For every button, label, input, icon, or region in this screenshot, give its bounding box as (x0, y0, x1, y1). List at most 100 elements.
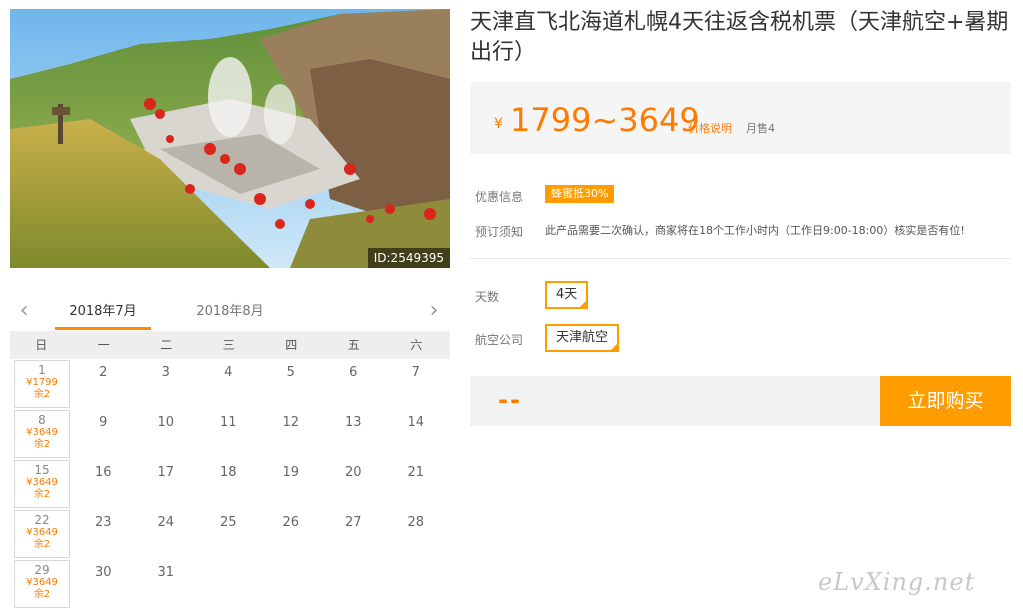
promo-label: 优惠信息 (475, 190, 524, 204)
calendar-day: 4 (197, 359, 260, 409)
calendar-week-row: 29 ¥3649 余2 30 31 (10, 559, 450, 609)
calendar-day: 26 (260, 509, 323, 559)
day-number: 15 (34, 463, 50, 477)
day-number: 28 (407, 515, 425, 530)
calendar-day: 2 (72, 359, 135, 409)
weekday-header: 三 (222, 338, 235, 352)
calendar-body: 1 ¥1799 余2 2 3 4 5 6 7 8 ¥3649 余2 9 10 11 12 13 14 15 ¥3649… (10, 359, 450, 609)
photo-id-label: ID:2549395 (367, 248, 450, 268)
airline-option-value: 天津航空 (556, 330, 609, 345)
calendar-day: 17 (135, 459, 198, 509)
calendar-day: 23 (72, 509, 135, 559)
booking-notice-text: 此产品需要二次确认，商家将在18个工作小时内（工作日9:00-18:00）核实是… (545, 224, 965, 237)
airline-label: 航空公司 (475, 333, 524, 347)
currency-symbol: ¥ (494, 116, 503, 132)
day-number: 26 (282, 515, 300, 530)
calendar-day: 5 (260, 359, 323, 409)
calendar-day: 13 (322, 409, 385, 459)
calendar-nav: ‹ 2018年7月 2018年8月 › (10, 296, 450, 330)
calendar-day-available[interactable]: 29 ¥3649 余2 (14, 560, 70, 608)
price-explain-link[interactable]: 价格说明 (688, 120, 732, 136)
price-range: 1799~3649 (510, 101, 700, 139)
day-price: ¥3649 (26, 427, 58, 438)
day-remaining: 余2 (33, 439, 51, 450)
calendar-day: 20 (322, 459, 385, 509)
calendar-day: 16 (72, 459, 135, 509)
weekday-header: 二 (160, 338, 173, 352)
day-price: ¥3649 (26, 527, 58, 538)
day-number: 9 (99, 415, 108, 430)
calendar-day-available[interactable]: 8 ¥3649 余2 (14, 410, 70, 458)
day-number: 1 (38, 363, 46, 377)
calendar-day: 11 (197, 409, 260, 459)
day-number: 14 (407, 415, 425, 430)
weekday-header: 五 (347, 338, 360, 352)
price-box: ¥ 1799~3649 价格说明 月售4 (470, 82, 1011, 154)
calendar-day: 9 (72, 409, 135, 459)
day-price: ¥3649 (26, 577, 58, 588)
airline-option[interactable]: 天津航空 ✓ (545, 324, 620, 352)
day-number: 31 (157, 565, 175, 580)
day-number: 2 (99, 365, 108, 380)
landscape-illustration (10, 9, 450, 268)
calendar-week-row: 1 ¥1799 余2 2 3 4 5 6 7 (10, 359, 450, 409)
prev-month-arrow-icon[interactable]: ‹ (14, 300, 34, 322)
days-label: 天数 (475, 290, 500, 304)
weekday-header: 四 (285, 338, 298, 352)
days-option-value: 4天 (556, 287, 578, 302)
calendar-weekday-header: 日一二三四五六 (10, 331, 450, 359)
weekday-header: 日 (35, 338, 48, 352)
day-remaining: 余2 (33, 539, 51, 550)
day-number: 17 (157, 465, 175, 480)
day-number: 13 (344, 415, 362, 430)
calendar-day: 30 (72, 559, 135, 609)
calendar-day: 12 (260, 409, 323, 459)
day-number: 16 (94, 465, 112, 480)
day-remaining: 余2 (33, 489, 51, 500)
total-price: -- (498, 386, 522, 414)
day-number: 23 (94, 515, 112, 530)
buy-now-button[interactable]: 立即购买 (880, 376, 1011, 426)
day-number: 22 (34, 513, 50, 527)
calendar-day-available[interactable]: 15 ¥3649 余2 (14, 460, 70, 508)
promo-badge: 蜂蜜抵30% (545, 185, 615, 203)
weekday-header: 六 (410, 338, 423, 352)
day-number: 3 (161, 365, 170, 380)
day-number: 10 (157, 415, 175, 430)
day-number: 11 (219, 415, 237, 430)
calendar-grid: 日一二三四五六 1 ¥1799 余2 2 3 4 5 6 7 8 ¥3649 余2 9 10 11 12 13 1… (10, 331, 450, 609)
calendar-day: 10 (135, 409, 198, 459)
day-number: 18 (219, 465, 237, 480)
calendar-week-row: 22 ¥3649 余2 23 24 25 26 27 28 (10, 509, 450, 559)
day-number: 24 (157, 515, 175, 530)
calendar-day: 18 (197, 459, 260, 509)
day-number: 5 (286, 365, 295, 380)
calendar-day-available[interactable]: 22 ¥3649 余2 (14, 510, 70, 558)
calendar-day: 27 (322, 509, 385, 559)
day-number: 20 (344, 465, 362, 480)
day-number: 19 (282, 465, 300, 480)
day-remaining: 余2 (33, 589, 51, 600)
tab-2018-07[interactable]: 2018年7月 (55, 302, 151, 330)
calendar-day: 24 (135, 509, 198, 559)
calendar-day: 28 (385, 509, 448, 559)
calendar-week-row: 15 ¥3649 余2 16 17 18 19 20 21 (10, 459, 450, 509)
day-price: ¥1799 (26, 377, 58, 388)
calendar-day: 14 (385, 409, 448, 459)
divider (470, 258, 1011, 259)
calendar-day: 31 (135, 559, 198, 609)
calendar-day: 7 (385, 359, 448, 409)
product-photo: ID:2549395 (10, 9, 450, 268)
check-icon: ✓ (580, 299, 587, 307)
day-number: 6 (349, 365, 358, 380)
calendar-day: 6 (322, 359, 385, 409)
tab-2018-08[interactable]: 2018年8月 (182, 302, 278, 330)
product-title: 天津直飞北海道札幌4天往返含税机票（天津航空+暑期出行） (470, 10, 1009, 65)
day-remaining: 余2 (33, 389, 51, 400)
calendar-week-row: 8 ¥3649 余2 9 10 11 12 13 14 (10, 409, 450, 459)
next-month-arrow-icon[interactable]: › (424, 300, 444, 322)
check-icon: ✓ (611, 342, 618, 350)
day-number: 27 (344, 515, 362, 530)
days-option[interactable]: 4天 ✓ (545, 281, 589, 309)
calendar-day-available[interactable]: 1 ¥1799 余2 (14, 360, 70, 408)
